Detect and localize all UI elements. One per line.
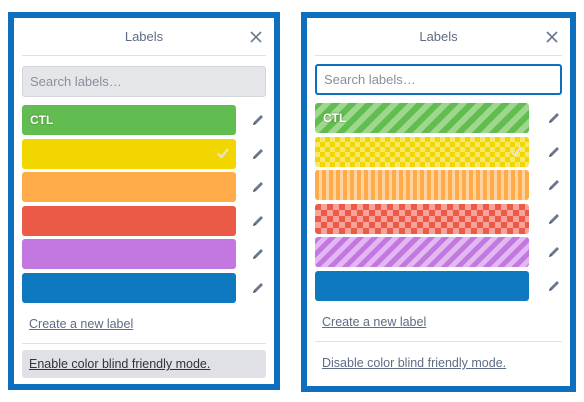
- label-swatch-green[interactable]: CTL: [22, 105, 236, 135]
- label-name: CTL: [323, 111, 347, 125]
- label-swatch-yellow-checker[interactable]: [315, 136, 529, 167]
- checkmark-icon: [510, 146, 522, 156]
- popover-header: Labels: [22, 18, 266, 56]
- pencil-icon[interactable]: [250, 146, 266, 162]
- label-row: CTL: [315, 103, 562, 133]
- label-row: [22, 239, 266, 270]
- label-swatch-red-checker[interactable]: [315, 203, 529, 234]
- popover-header: Labels: [315, 18, 562, 56]
- label-swatch-orange-striped[interactable]: [315, 170, 529, 201]
- divider: [22, 342, 266, 344]
- labels-list: CTL: [315, 103, 562, 301]
- label-row: [22, 138, 266, 169]
- labels-popover-colorblind: Labels CTL: [301, 12, 576, 392]
- pencil-icon[interactable]: [250, 213, 266, 229]
- create-label-link[interactable]: Create a new label: [322, 315, 562, 329]
- pencil-icon[interactable]: [250, 112, 266, 128]
- pencil-icon[interactable]: [250, 246, 266, 262]
- label-swatch-purple[interactable]: [22, 239, 236, 270]
- label-row: [315, 203, 562, 234]
- search-labels-input[interactable]: [22, 66, 266, 97]
- label-swatch-blue[interactable]: [22, 272, 236, 303]
- close-icon[interactable]: [542, 27, 562, 47]
- pencil-icon[interactable]: [250, 179, 266, 195]
- pencil-icon[interactable]: [250, 280, 266, 296]
- checkmark-icon: [217, 148, 229, 158]
- label-row: [315, 170, 562, 201]
- label-swatch-orange[interactable]: [22, 172, 236, 203]
- create-label-link[interactable]: Create a new label: [29, 317, 266, 331]
- divider: [315, 340, 562, 342]
- label-row: [22, 172, 266, 203]
- label-row: [22, 272, 266, 303]
- label-row: [315, 136, 562, 167]
- labels-popover-standard: Labels CTL: [8, 12, 280, 390]
- label-row: [22, 205, 266, 236]
- labels-list: CTL: [22, 105, 266, 303]
- label-swatch-blue[interactable]: [315, 270, 529, 301]
- label-name: CTL: [30, 113, 54, 127]
- label-swatch-purple-striped[interactable]: [315, 237, 529, 268]
- label-row: CTL: [22, 105, 266, 135]
- search-labels-input[interactable]: [315, 64, 562, 95]
- label-swatch-red[interactable]: [22, 205, 236, 236]
- label-row: [315, 237, 562, 268]
- disable-colorblind-link[interactable]: Disable color blind friendly mode.: [322, 356, 562, 370]
- pencil-icon[interactable]: [546, 177, 562, 193]
- popover-title: Labels: [419, 29, 458, 44]
- label-swatch-green-striped[interactable]: CTL: [315, 103, 529, 133]
- pencil-icon[interactable]: [546, 244, 562, 260]
- enable-colorblind-button[interactable]: Enable color blind friendly mode.: [22, 349, 266, 378]
- label-swatch-yellow[interactable]: [22, 138, 236, 169]
- pencil-icon[interactable]: [546, 144, 562, 160]
- close-icon[interactable]: [246, 27, 266, 47]
- pencil-icon[interactable]: [546, 110, 562, 126]
- pencil-icon[interactable]: [546, 278, 562, 294]
- popover-title: Labels: [124, 29, 164, 44]
- label-row: [315, 270, 562, 301]
- pencil-icon[interactable]: [546, 211, 562, 227]
